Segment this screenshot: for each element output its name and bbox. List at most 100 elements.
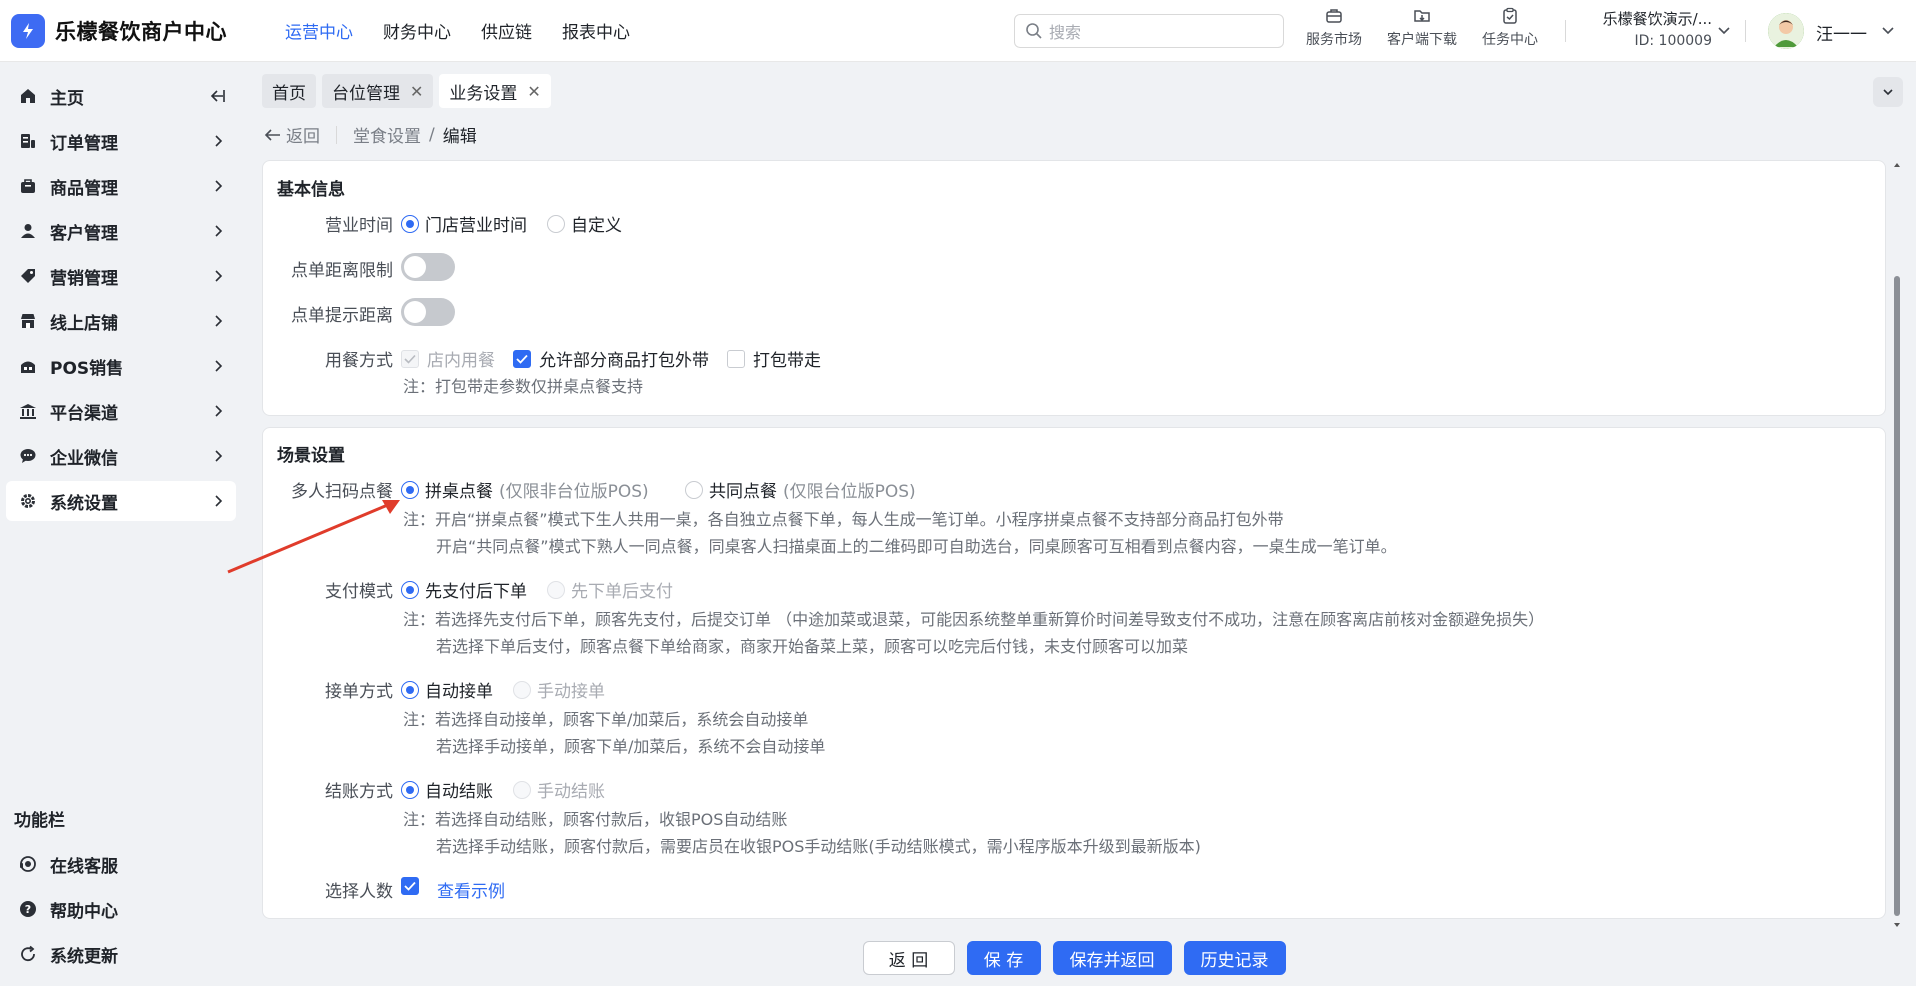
close-icon[interactable]: ✕	[527, 82, 540, 101]
tabs-dropdown-button[interactable]	[1873, 77, 1903, 107]
sidebar-item-products[interactable]: 商品管理	[6, 166, 236, 206]
header-tools: 服务市场 客户端下载 任务中心	[1290, 6, 1554, 49]
chevron-down-icon	[1883, 89, 1893, 96]
sidebar-item-online-store[interactable]: 线上店铺	[6, 301, 236, 341]
sidebar-item-label: 企业微信	[50, 448, 118, 469]
breadcrumb-parent[interactable]: 堂食设置	[353, 122, 421, 147]
order-icon	[18, 131, 38, 151]
checkout-option-auto[interactable]: 自动结账	[401, 777, 493, 802]
accept-option-manual: 手动接单	[513, 677, 605, 702]
dining-option-partial-takeout[interactable]: 允许部分商品打包外带	[513, 346, 709, 371]
sidebar-item-label: 系统更新	[50, 946, 118, 967]
chevron-down-icon[interactable]	[1716, 22, 1732, 38]
checkbox	[727, 349, 745, 368]
pos-icon	[18, 356, 38, 376]
back-link[interactable]: 返回	[264, 122, 320, 147]
multi-option-group-order[interactable]: 共同点餐 (仅限台位版POS)	[685, 477, 916, 502]
top-nav-item-finance[interactable]: 财务中心	[368, 18, 466, 43]
back-button[interactable]: 返 回	[862, 941, 955, 975]
tab-home[interactable]: 首页	[262, 74, 316, 108]
function-bar-title: 功能栏	[14, 811, 65, 831]
pay-option-prepay[interactable]: 先支付后下单	[401, 577, 527, 602]
dining-option-dine-in: 店内用餐	[401, 346, 495, 371]
search-input[interactable]: 搜索	[1014, 14, 1284, 48]
distance-tip-toggle[interactable]	[401, 298, 455, 326]
dining-label: 用餐方式	[325, 351, 393, 371]
tool-label: 任务中心	[1482, 32, 1538, 48]
hours-option-store[interactable]: 门店营业时间	[401, 211, 527, 236]
header-divider	[1565, 20, 1566, 42]
history-button[interactable]: 历史记录	[1183, 941, 1286, 975]
tab-table-management[interactable]: 台位管理 ✕	[322, 74, 434, 108]
tool-task-center[interactable]: 任务中心	[1466, 6, 1554, 49]
dining-option-takeaway[interactable]: 打包带走	[727, 346, 821, 371]
sidebar-item-orders[interactable]: 订单管理	[6, 121, 236, 161]
chevron-right-icon	[215, 180, 223, 192]
people-count-checkbox[interactable]	[401, 877, 427, 895]
hours-label: 营业时间	[325, 216, 393, 236]
brand-name: 乐檬餐饮商户中心	[55, 19, 227, 44]
sidebar-item-help-center[interactable]: ? 帮助中心	[6, 889, 236, 929]
top-nav-item-supply-chain[interactable]: 供应链	[466, 18, 547, 43]
breadcrumb: 返回 堂食设置 / 编辑	[264, 122, 477, 147]
product-icon	[18, 176, 38, 196]
top-nav-item-operations[interactable]: 运营中心	[270, 18, 368, 43]
account-switcher[interactable]: 乐檬餐饮演示/... ID: 100009	[1582, 8, 1712, 49]
option-label: 共同点餐	[709, 482, 777, 502]
sidebar-item-customers[interactable]: 客户管理	[6, 211, 236, 251]
sidebar-item-label: 帮助中心	[50, 901, 118, 922]
option-label: 自动结账	[425, 782, 493, 802]
sidebar-item-marketing[interactable]: 营销管理	[6, 256, 236, 296]
radio-disabled	[513, 680, 531, 699]
sidebar-item-online-support[interactable]: 在线客服	[6, 844, 236, 884]
org-name: 乐檬餐饮演示/...	[1602, 10, 1712, 28]
tool-client-download[interactable]: 客户端下载	[1378, 6, 1466, 49]
sidebar-item-home[interactable]: 主页	[6, 76, 236, 116]
option-label: 手动接单	[537, 682, 605, 702]
accept-option-auto[interactable]: 自动接单	[401, 677, 493, 702]
breadcrumb-divider	[336, 125, 337, 144]
help-icon: ?	[18, 899, 38, 919]
sidebar-item-platform-channels[interactable]: 平台渠道	[6, 391, 236, 431]
breadcrumb-separator: /	[429, 124, 435, 145]
option-label: 先下单后支付	[571, 582, 673, 602]
close-icon[interactable]: ✕	[410, 82, 423, 101]
scroll-down-icon[interactable]	[1892, 920, 1902, 930]
distance-limit-toggle[interactable]	[401, 253, 455, 281]
svg-text:?: ?	[25, 903, 31, 916]
sidebar-item-system-settings[interactable]: 系统设置	[6, 481, 236, 521]
view-example-link[interactable]: 查看示例	[437, 877, 505, 902]
dining-note: 注：打包带走参数仅拼桌点餐支持	[403, 377, 644, 396]
tool-service-market[interactable]: 服务市场	[1290, 6, 1378, 49]
username[interactable]: 汪一一	[1816, 20, 1867, 45]
brand[interactable]: 乐檬餐饮商户中心	[0, 13, 258, 48]
save-button[interactable]: 保 存	[966, 941, 1041, 975]
sidebar-item-pos-sales[interactable]: POS销售	[6, 346, 236, 386]
top-nav-item-reports[interactable]: 报表中心	[547, 18, 645, 43]
tab-business-settings[interactable]: 业务设置 ✕	[439, 74, 551, 108]
radio-disabled	[547, 580, 565, 599]
chevron-down-icon[interactable]	[1880, 22, 1896, 38]
scene-settings-card: 场景设置 多人扫码点餐 拼桌点餐 (仅限非台位版POS) 共同点餐 (仅限台位版…	[262, 427, 1886, 919]
scroll-up-icon[interactable]	[1892, 160, 1902, 170]
chevron-right-icon	[215, 450, 223, 462]
chevron-right-icon	[215, 315, 223, 327]
hours-option-custom[interactable]: 自定义	[547, 211, 622, 236]
avatar[interactable]	[1768, 13, 1804, 49]
checkbox-checked	[401, 877, 419, 895]
distance-limit-label: 点单距离限制	[291, 261, 393, 281]
chevron-right-icon	[215, 270, 223, 282]
multi-note-2: 开启“共同点餐”模式下熟人一同点餐，同桌客人扫描桌面上的二维码即可自助选台，同桌…	[436, 537, 1397, 556]
collapse-sidebar-icon[interactable]	[208, 88, 226, 104]
sidebar-item-system-update[interactable]: 系统更新	[6, 934, 236, 974]
multi-option-shared-table[interactable]: 拼桌点餐 (仅限非台位版POS)	[401, 477, 649, 502]
sidebar-item-label: 订单管理	[50, 133, 118, 154]
option-label: 店内用餐	[427, 351, 495, 371]
checkbox-checked	[513, 349, 531, 368]
save-and-return-button[interactable]: 保存并返回	[1052, 941, 1172, 975]
multi-note-1: 注：开启“拼桌点餐”模式下生人共用一桌，各自独立点餐下单，每人生成一笔订单。小程…	[403, 510, 1284, 529]
home-icon	[18, 86, 38, 106]
scrollbar-thumb[interactable]	[1894, 276, 1900, 916]
brand-logo-icon	[11, 13, 45, 48]
sidebar-item-wecom[interactable]: 企业微信	[6, 436, 236, 476]
